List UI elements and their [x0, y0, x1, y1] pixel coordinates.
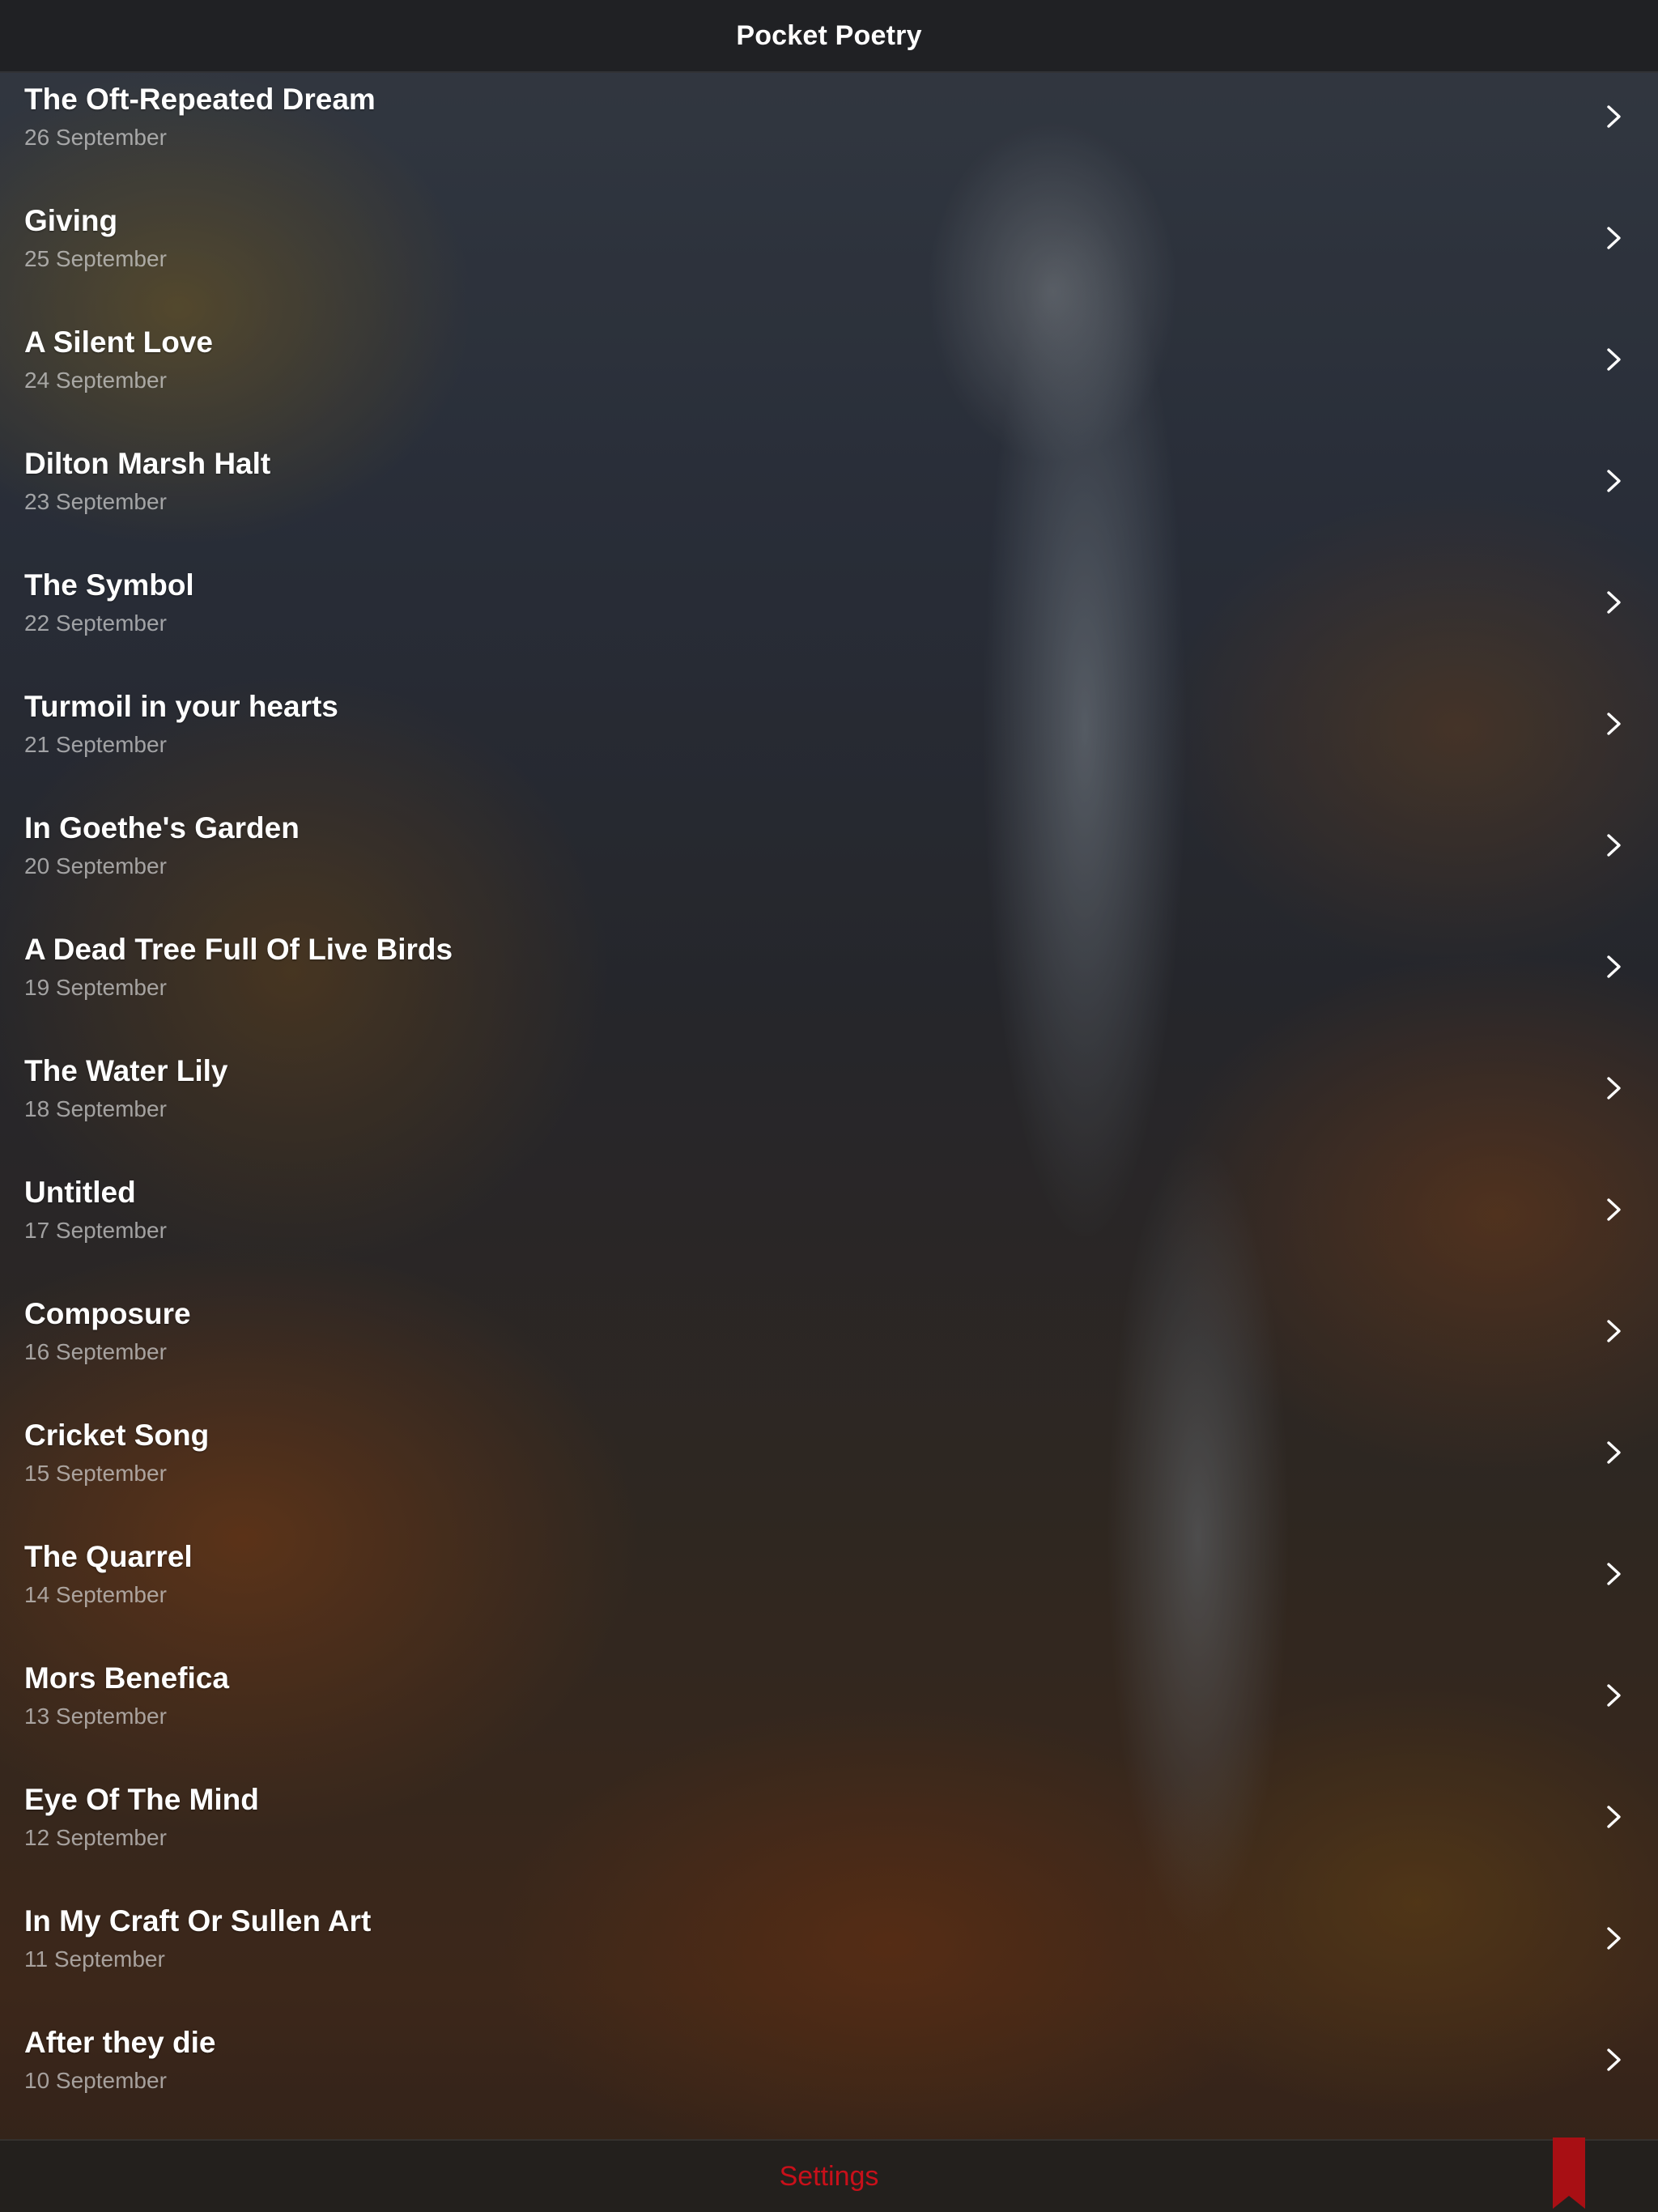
poem-title: The Symbol — [24, 568, 194, 602]
poem-list-item[interactable]: Dilton Marsh Halt 23 September — [0, 436, 1658, 557]
poem-list-item[interactable]: The Symbol 22 September — [0, 557, 1658, 678]
poem-date: 21 September — [24, 732, 167, 757]
poem-list-item[interactable]: Turmoil in your hearts 21 September — [0, 678, 1658, 800]
poem-list-item[interactable]: The Quarrel 14 September — [0, 1529, 1658, 1650]
chevron-right-icon — [1600, 1924, 1629, 1953]
poem-list-item[interactable]: Giving 25 September — [0, 193, 1658, 314]
chevron-right-icon — [1600, 2045, 1629, 2074]
poem-title: Mors Benefica — [24, 1661, 229, 1695]
poem-list-item[interactable]: The Oft-Repeated Dream 26 September — [0, 71, 1658, 193]
poem-list-item[interactable]: A Dead Tree Full Of Live Birds 19 Septem… — [0, 921, 1658, 1043]
poem-list-item[interactable]: The Water Lily 18 September — [0, 1043, 1658, 1164]
poem-list-item[interactable]: In My Craft Or Sullen Art 11 September — [0, 1893, 1658, 2014]
poem-list-item[interactable]: Composure 16 September — [0, 1286, 1658, 1407]
chevron-right-icon — [1600, 1802, 1629, 1831]
chevron-right-icon — [1600, 1438, 1629, 1467]
poem-list-item[interactable]: In Goethe's Garden 20 September — [0, 800, 1658, 921]
navigation-bar: Pocket Poetry — [0, 0, 1658, 73]
chevron-right-icon — [1600, 709, 1629, 738]
poem-date: 20 September — [24, 853, 167, 878]
poem-title: Cricket Song — [24, 1419, 210, 1452]
app-window: Pocket Poetry The Oft-Repeated Dream 26 … — [0, 0, 1658, 2212]
poem-date: 22 September — [24, 610, 167, 636]
poem-date: 14 September — [24, 1582, 167, 1607]
poem-title: Composure — [24, 1297, 191, 1330]
poem-date: 16 September — [24, 1339, 167, 1364]
settings-button[interactable]: Settings — [0, 2141, 1658, 2212]
chevron-right-icon — [1600, 1681, 1629, 1710]
poem-title: The Oft-Repeated Dream — [24, 83, 376, 116]
poem-title: The Quarrel — [24, 1540, 193, 1573]
poem-list-item[interactable]: Untitled 17 September — [0, 1164, 1658, 1286]
poem-title: Giving — [24, 204, 118, 237]
chevron-right-icon — [1600, 466, 1629, 496]
poem-date: 23 September — [24, 489, 167, 514]
poem-date: 15 September — [24, 1461, 167, 1486]
poem-list[interactable]: The Oft-Repeated Dream 26 September Givi… — [0, 71, 1658, 2141]
bottom-toolbar: Settings — [0, 2138, 1658, 2212]
poem-date: 25 September — [24, 246, 167, 271]
poem-list-item[interactable]: Cricket Song 15 September — [0, 1407, 1658, 1529]
poem-title: In Goethe's Garden — [24, 811, 300, 844]
chevron-right-icon — [1600, 1317, 1629, 1346]
chevron-right-icon — [1600, 588, 1629, 617]
poem-date: 18 September — [24, 1096, 167, 1121]
page-title: Pocket Poetry — [736, 19, 922, 51]
poem-title: Dilton Marsh Halt — [24, 447, 271, 480]
chevron-right-icon — [1600, 223, 1629, 253]
poem-title: The Water Lily — [24, 1054, 228, 1087]
chevron-right-icon — [1600, 102, 1629, 131]
chevron-right-icon — [1600, 1195, 1629, 1224]
bookmark-icon[interactable] — [1553, 2138, 1585, 2210]
chevron-right-icon — [1600, 1074, 1629, 1103]
poem-date: 19 September — [24, 975, 167, 1000]
poem-date: 17 September — [24, 1218, 167, 1243]
poem-date: 11 September — [24, 1946, 165, 1972]
poem-date: 10 September — [24, 2068, 167, 2093]
poem-date: 12 September — [24, 1825, 167, 1850]
poem-date: 13 September — [24, 1704, 167, 1729]
chevron-right-icon — [1600, 1559, 1629, 1589]
poem-list-item[interactable]: Eye Of The Mind 12 September — [0, 1772, 1658, 1893]
poem-title: Turmoil in your hearts — [24, 690, 338, 723]
poem-title: Eye Of The Mind — [24, 1783, 259, 1816]
poem-list-item[interactable]: Mors Benefica 13 September — [0, 1650, 1658, 1772]
poem-title: After they die — [24, 2026, 216, 2059]
poem-list-item[interactable]: After they die 10 September — [0, 2014, 1658, 2136]
poem-title: A Dead Tree Full Of Live Birds — [24, 933, 453, 966]
chevron-right-icon — [1600, 831, 1629, 860]
poem-title: Untitled — [24, 1176, 136, 1209]
chevron-right-icon — [1600, 345, 1629, 374]
poem-date: 24 September — [24, 368, 167, 393]
poem-title: In My Craft Or Sullen Art — [24, 1904, 372, 1938]
poem-list-item[interactable]: A Silent Love 24 September — [0, 314, 1658, 436]
poem-title: A Silent Love — [24, 325, 214, 359]
poem-date: 26 September — [24, 125, 167, 150]
chevron-right-icon — [1600, 952, 1629, 981]
